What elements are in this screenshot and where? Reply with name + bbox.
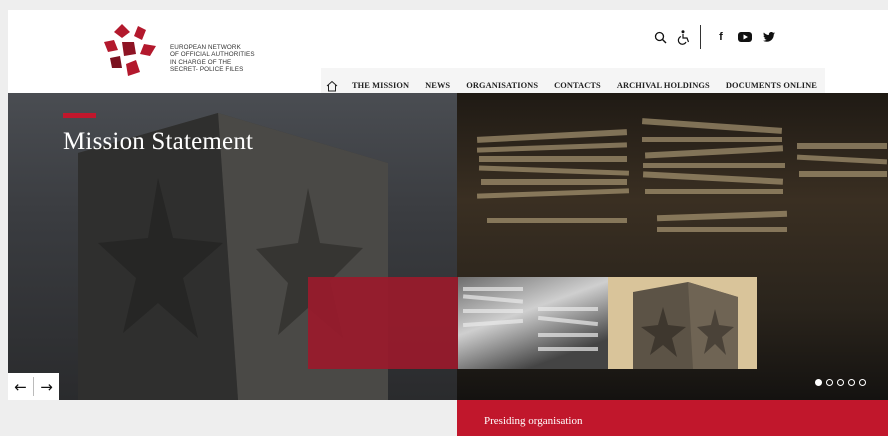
slide-dot-2[interactable]: [826, 379, 833, 386]
twitter-icon: [763, 32, 775, 42]
facebook-link[interactable]: f: [709, 25, 733, 49]
search-button[interactable]: [648, 25, 672, 49]
site-logo[interactable]: [100, 24, 162, 82]
logo-shape-2: [134, 26, 146, 40]
page: EUROPEAN NETWORK OF OFFICIAL AUTHORITIES…: [0, 0, 888, 436]
logo-shape-5: [110, 56, 122, 68]
logo-shape-1: [114, 24, 130, 38]
presiding-organisation-panel[interactable]: Presiding organisation: [457, 400, 888, 436]
nav-item-documents-online[interactable]: DOCUMENTS ONLINE: [718, 81, 825, 90]
logo-shape-4: [140, 44, 156, 56]
thumbnail-files-image: [462, 287, 599, 351]
logo-shape-7: [122, 42, 136, 56]
utility-divider: [700, 25, 701, 49]
slide-thumbnail-monument[interactable]: [608, 277, 757, 369]
accessibility-icon: [677, 29, 690, 45]
logo-text-line: OF OFFICIAL AUTHORITIES: [170, 51, 255, 59]
slide-dot-3[interactable]: [837, 379, 844, 386]
hero-red-overlay: [308, 277, 458, 369]
content-area: [8, 400, 457, 436]
thumbnail-monument-image: [633, 282, 738, 369]
slide-thumbnail-archive[interactable]: [458, 277, 608, 369]
home-icon: [327, 80, 338, 91]
twitter-link[interactable]: [757, 25, 781, 49]
utility-bar: f: [648, 22, 781, 52]
youtube-icon: [738, 32, 752, 42]
prev-arrow-button[interactable]: ←: [8, 373, 33, 400]
logo-shape-3: [104, 40, 118, 52]
logo-text: EUROPEAN NETWORK OF OFFICIAL AUTHORITIES…: [170, 44, 255, 73]
accessibility-button[interactable]: [672, 25, 696, 49]
presiding-organisation-label: Presiding organisation: [484, 415, 583, 427]
slider-dots: [815, 379, 866, 386]
logo-shape-6: [126, 60, 140, 76]
nav-item-contacts[interactable]: CONTACTS: [546, 81, 609, 90]
logo-text-line: SECRET- POLICE FILES: [170, 65, 244, 73]
slide-dot-5[interactable]: [859, 379, 866, 386]
nav-item-organisations[interactable]: ORGANISATIONS: [458, 81, 546, 90]
slider-arrows: ← →: [8, 373, 59, 400]
nav-item-the-mission[interactable]: THE MISSION: [344, 81, 417, 90]
site-header: EUROPEAN NETWORK OF OFFICIAL AUTHORITIES…: [8, 10, 888, 103]
slide-dot-4[interactable]: [848, 379, 855, 386]
logo-text-line: EUROPEAN NETWORK: [170, 44, 241, 51]
nav-item-news[interactable]: NEWS: [417, 81, 458, 90]
facebook-icon: f: [719, 31, 723, 43]
title-accent-bar: [63, 113, 96, 118]
youtube-link[interactable]: [733, 25, 757, 49]
hero-title[interactable]: Mission Statement: [63, 128, 253, 156]
nav-item-archival-holdings[interactable]: ARCHIVAL HOLDINGS: [609, 81, 718, 90]
search-icon: [654, 31, 666, 43]
hero-slider: Mission Statement ← →: [8, 93, 888, 400]
next-arrow-button[interactable]: →: [34, 373, 59, 400]
logo-text-line: IN CHARGE OF THE: [170, 58, 232, 66]
slide-dot-1[interactable]: [815, 379, 822, 386]
